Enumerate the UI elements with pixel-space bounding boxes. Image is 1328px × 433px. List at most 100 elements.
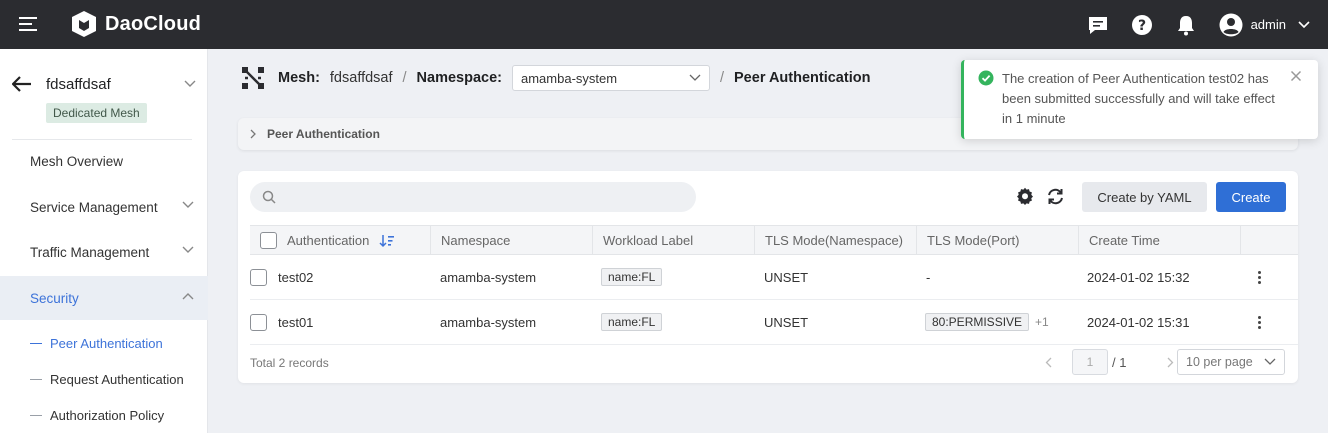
chevron-down-icon: [689, 74, 701, 81]
search-input[interactable]: [284, 189, 684, 205]
sidebar-item-mesh-overview[interactable]: Mesh Overview: [0, 139, 208, 183]
daocloud-logo-icon: [72, 11, 96, 37]
svg-text:?: ?: [1138, 18, 1146, 34]
column-header: Authentication: [287, 233, 370, 248]
user-menu[interactable]: admin: [1219, 13, 1310, 37]
help-icon[interactable]: ?: [1131, 14, 1153, 36]
sidebar-item-label: Mesh Overview: [30, 153, 124, 169]
col-create-time: Create Time: [1078, 226, 1240, 255]
row-checkbox[interactable]: [250, 313, 267, 331]
toast-message: The creation of Peer Authentication test…: [1002, 71, 1275, 126]
success-toast: The creation of Peer Authentication test…: [961, 60, 1318, 139]
namespace-select[interactable]: amamba-system: [511, 65, 710, 91]
create-by-yaml-button[interactable]: Create by YAML: [1082, 182, 1207, 212]
chevron-up-icon: [182, 293, 194, 300]
row-checkbox[interactable]: [250, 268, 267, 286]
cell-tls-ns: UNSET: [764, 314, 809, 330]
collapse-label: Peer Authentication: [267, 127, 380, 141]
mesh-icon: [242, 67, 264, 89]
sidebar-item-traffic-management[interactable]: Traffic Management: [0, 230, 208, 274]
sidebar-item-security[interactable]: Security: [0, 276, 208, 320]
sidebar-item-label: Security: [30, 290, 79, 306]
namespace-select-value: amamba-system: [520, 70, 618, 86]
cell-tls-ns: UNSET: [764, 269, 809, 285]
page-input[interactable]: 1: [1072, 349, 1108, 375]
sub-item-dash: [30, 378, 42, 380]
sidebar-item-label: Traffic Management: [30, 244, 150, 260]
pagination: 1 / 1: [1038, 348, 1180, 376]
label-tag: name:FL: [601, 313, 663, 331]
total-records: Total 2 records: [250, 356, 329, 370]
cell-tls-port: -: [926, 269, 931, 285]
user-name: admin: [1250, 17, 1286, 32]
table-row: test02 amamba-system name:FL UNSET - 202…: [250, 255, 1298, 300]
success-check-icon: [978, 70, 994, 86]
mesh-label: Mesh:: [278, 70, 320, 86]
per-page-select[interactable]: 10 per page: [1177, 349, 1285, 375]
col-workload-label: Workload Label: [592, 226, 754, 255]
search-icon: [262, 190, 276, 204]
mesh-selector[interactable]: fdsaffdsaf: [12, 73, 196, 95]
message-icon[interactable]: [1087, 14, 1109, 36]
sidebar: fdsaffdsaf Dedicated Mesh Mesh Overview …: [0, 49, 208, 433]
prev-page-icon[interactable]: [1038, 352, 1058, 372]
brand-logo[interactable]: DaoCloud: [71, 10, 201, 38]
row-actions: [1254, 255, 1265, 299]
mesh-value[interactable]: fdsaffdsaf: [330, 70, 393, 86]
breadcrumb-separator: /: [719, 70, 725, 86]
cell-tls-port: 80:PERMISSIVE +1: [925, 300, 1049, 344]
table-row: test01 amamba-system name:FL UNSET 80:PE…: [250, 300, 1298, 345]
port-tag: 80:PERMISSIVE: [925, 313, 1030, 331]
namespace-label: Namespace:: [416, 70, 502, 86]
sidebar-subitem-authorization-policy[interactable]: Authorization Policy: [30, 403, 164, 427]
page-title: Peer Authentication: [734, 70, 871, 86]
chevron-down-icon: [1298, 20, 1310, 28]
search-box[interactable]: [250, 182, 696, 212]
sidebar-subitem-peer-authentication[interactable]: Peer Authentication: [30, 331, 163, 355]
select-all-checkbox[interactable]: [260, 232, 277, 249]
column-header: TLS Mode(Port): [927, 233, 1020, 248]
column-header: Namespace: [441, 233, 511, 248]
sidebar-item-service-management[interactable]: Service Management: [0, 185, 208, 229]
column-header: TLS Mode(Namespace): [765, 233, 903, 248]
cell-name[interactable]: test02: [278, 255, 313, 299]
mesh-name: fdsaffdsaf: [46, 75, 111, 93]
col-actions: [1240, 226, 1298, 255]
cell-create-time: 2024-01-02 15:31: [1087, 314, 1190, 330]
col-tls-mode-namespace: TLS Mode(Namespace): [754, 226, 916, 255]
label-tag: name:FL: [601, 268, 663, 286]
breadcrumb: Mesh: fdsaffdsaf / Namespace: amamba-sys…: [240, 64, 870, 92]
close-icon[interactable]: [1290, 70, 1302, 82]
brand-name: DaoCloud: [105, 12, 202, 35]
back-arrow-icon[interactable]: [12, 76, 32, 92]
chevron-down-icon: [1264, 358, 1276, 365]
cell-name[interactable]: test01: [278, 300, 313, 344]
chevron-down-icon[interactable]: [184, 80, 196, 88]
more-ports-count[interactable]: +1: [1035, 315, 1049, 329]
gear-icon[interactable]: [1015, 186, 1035, 206]
more-actions-icon[interactable]: [1254, 314, 1265, 331]
cell-namespace: amamba-system: [440, 314, 537, 330]
cell-create-time: 2024-01-02 15:32: [1087, 269, 1190, 285]
row-select-cell: [250, 255, 267, 299]
per-page-value: 10 per page: [1186, 355, 1253, 369]
page-total: / 1: [1112, 354, 1127, 370]
avatar-icon: [1219, 13, 1243, 36]
more-actions-icon[interactable]: [1254, 269, 1265, 286]
row-select-cell: [250, 300, 267, 344]
col-authentication[interactable]: Authentication: [250, 226, 430, 255]
chevron-down-icon: [182, 201, 194, 208]
sidebar-subitem-request-authentication[interactable]: Request Authentication: [30, 367, 184, 391]
chevron-down-icon: [182, 246, 194, 253]
sidebar-item-label: Peer Authentication: [50, 335, 163, 351]
sub-item-dash: [30, 342, 42, 344]
refresh-icon[interactable]: [1045, 186, 1065, 206]
chevron-right-icon: [250, 129, 256, 139]
menu-icon[interactable]: [19, 16, 39, 32]
create-button[interactable]: Create: [1216, 182, 1286, 212]
column-header: Create Time: [1089, 233, 1160, 248]
list-card: Create by YAML Create Authentication Nam…: [238, 171, 1298, 383]
bell-icon[interactable]: [1175, 14, 1197, 36]
sidebar-item-label: Service Management: [30, 199, 158, 215]
sort-icon[interactable]: [379, 234, 395, 248]
